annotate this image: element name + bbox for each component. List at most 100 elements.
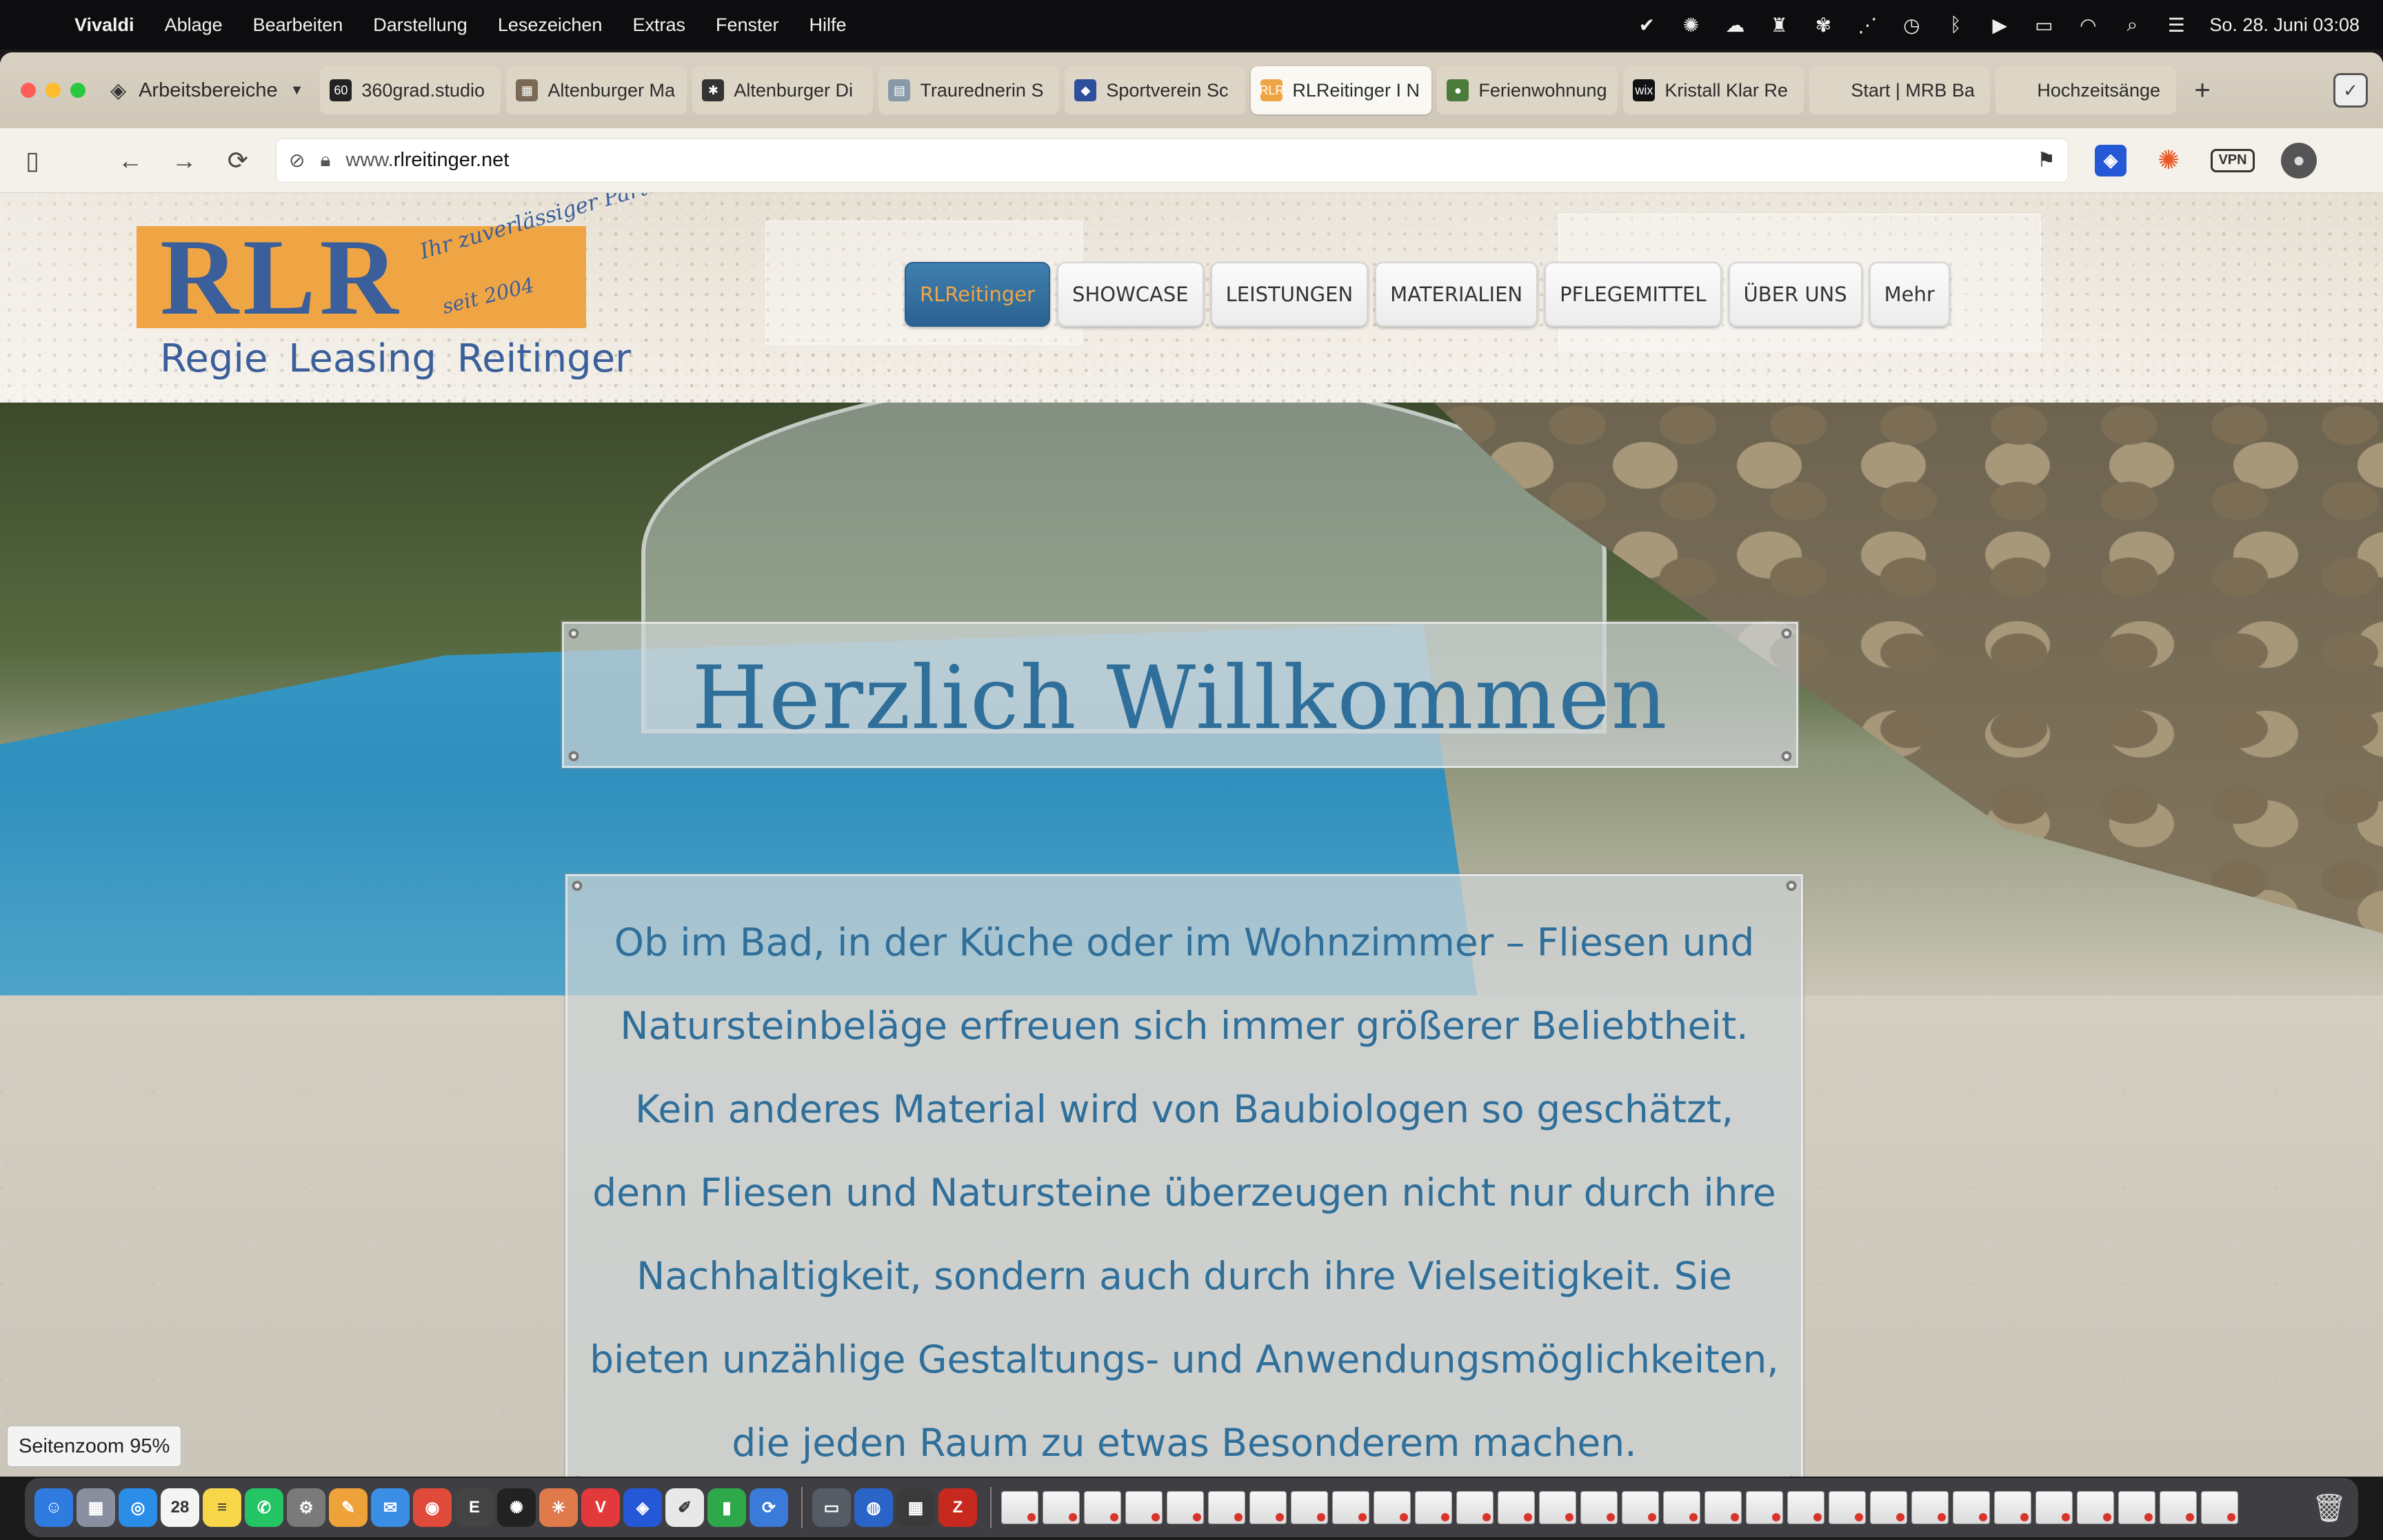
tracker-blocker-icon[interactable]: ⊘: [289, 149, 305, 172]
calendar-icon[interactable]: 28: [161, 1488, 199, 1527]
minimized-window-thumbnail[interactable]: [1332, 1491, 1369, 1524]
textedit-icon[interactable]: ✐: [665, 1488, 704, 1527]
launchpad-icon[interactable]: ▦: [77, 1488, 115, 1527]
pages-icon[interactable]: ✎: [329, 1488, 368, 1527]
browser-tab[interactable]: ◆ Sportverein Sc: [1065, 66, 1246, 114]
browser-tab[interactable]: RLR RLReitinger I N: [1251, 66, 1432, 114]
claude-icon[interactable]: ✳: [539, 1488, 578, 1527]
time-machine-icon[interactable]: ◷: [1899, 12, 1924, 37]
browser-tab[interactable]: Hochzeitsänge: [1995, 66, 2177, 114]
close-window-button[interactable]: [21, 83, 36, 98]
bookmark-icon[interactable]: ⚑: [2037, 148, 2055, 172]
control-center-icon[interactable]: ☰: [2164, 12, 2189, 37]
minimized-window-thumbnail[interactable]: [2201, 1491, 2238, 1524]
globe-icon[interactable]: ◍: [854, 1488, 893, 1527]
minimized-window-thumbnail[interactable]: [1456, 1491, 1494, 1524]
minimized-window-thumbnail[interactable]: [1705, 1491, 1742, 1524]
bitwarden-extension-icon[interactable]: ◈: [2095, 144, 2126, 176]
bluetooth-icon[interactable]: ᛒ: [1943, 12, 1968, 37]
nav-item-leistungen[interactable]: LEISTUNGEN: [1210, 262, 1369, 327]
calculator-icon[interactable]: ▦: [896, 1488, 935, 1527]
browser-tab[interactable]: ▦ Altenburger Ma: [506, 66, 687, 114]
sync-icon[interactable]: ⟳: [750, 1488, 788, 1527]
browser-tab[interactable]: wix Kristall Klar Re: [1623, 66, 1804, 114]
minimized-window-thumbnail[interactable]: [1374, 1491, 1411, 1524]
browser-tab[interactable]: 60 360grad.studio: [320, 66, 501, 114]
browser-tab[interactable]: ● Ferienwohnung: [1437, 66, 1618, 114]
cloud-icon[interactable]: ☁: [1722, 12, 1747, 37]
ertha-icon[interactable]: E: [455, 1488, 494, 1527]
mail-icon[interactable]: ✉: [371, 1488, 410, 1527]
play-icon[interactable]: ▶: [1987, 12, 2012, 37]
menu-ablage[interactable]: Ablage: [165, 14, 223, 36]
lock-icon[interactable]: 🔒︎: [320, 149, 330, 172]
minimized-window-thumbnail[interactable]: [2077, 1491, 2114, 1524]
battery-icon[interactable]: ▭: [2031, 12, 2056, 37]
chrome-icon[interactable]: ◉: [413, 1488, 452, 1527]
browser-tab[interactable]: ✱ Altenburger Di: [692, 66, 874, 114]
minimized-window-thumbnail[interactable]: [1291, 1491, 1328, 1524]
page-zoom-badge[interactable]: Seitenzoom 95%: [7, 1426, 182, 1467]
settings-icon[interactable]: ⚙: [287, 1488, 325, 1527]
notes-icon[interactable]: ≡: [203, 1488, 241, 1527]
minimized-window-thumbnail[interactable]: [1622, 1491, 1659, 1524]
browser-tab[interactable]: ▤ Traurednerin S: [878, 66, 1060, 114]
trash-icon[interactable]: 🗑︎: [2310, 1488, 2349, 1527]
minimized-window-thumbnail[interactable]: [1663, 1491, 1700, 1524]
menu-fenster[interactable]: Fenster: [716, 14, 779, 36]
minimized-window-thumbnail[interactable]: [1829, 1491, 1866, 1524]
numbers-icon[interactable]: ▮: [707, 1488, 746, 1527]
reload-icon[interactable]: ⟳: [221, 143, 255, 178]
forward-arrow-icon[interactable]: →: [167, 143, 201, 178]
bitwarden-icon[interactable]: ◈: [623, 1488, 662, 1527]
new-tab-button[interactable]: +: [2194, 75, 2210, 106]
menu-lesezeichen[interactable]: Lesezeichen: [498, 14, 603, 36]
minimize-window-button[interactable]: [46, 83, 61, 98]
whatsapp-icon[interactable]: ✆: [245, 1488, 283, 1527]
disk-icon[interactable]: ▭: [812, 1488, 851, 1527]
minimized-window-thumbnail[interactable]: [1539, 1491, 1576, 1524]
minimized-window-thumbnail[interactable]: [1125, 1491, 1163, 1524]
filezilla-icon[interactable]: Z: [938, 1488, 977, 1527]
minimized-window-thumbnail[interactable]: [1084, 1491, 1121, 1524]
minimized-window-thumbnail[interactable]: [2160, 1491, 2197, 1524]
minimized-window-thumbnail[interactable]: [1787, 1491, 1824, 1524]
workspaces-button[interactable]: ◈ Arbeitsbereiche ▼: [110, 79, 303, 103]
minimized-window-thumbnail[interactable]: [1043, 1491, 1080, 1524]
vpn-extension-icon[interactable]: VPN: [2211, 148, 2255, 172]
shield-check-icon[interactable]: ✔: [1634, 12, 1659, 37]
minimized-window-thumbnail[interactable]: [1953, 1491, 1990, 1524]
minimized-window-thumbnail[interactable]: [1208, 1491, 1245, 1524]
menu-hilfe[interactable]: Hilfe: [810, 14, 847, 36]
minimized-window-thumbnail[interactable]: [1870, 1491, 1907, 1524]
nav-item-mehr[interactable]: Mehr: [1869, 262, 1950, 327]
minimized-window-thumbnail[interactable]: [1746, 1491, 1783, 1524]
wifi-icon[interactable]: ◠: [2075, 12, 2100, 37]
logo-letters[interactable]: RLR: [160, 223, 403, 332]
chatgpt-icon[interactable]: ✾: [1811, 12, 1836, 37]
zoom-window-button[interactable]: [70, 83, 86, 98]
minimized-window-thumbnail[interactable]: [2035, 1491, 2073, 1524]
nav-item-showcase[interactable]: SHOWCASE: [1057, 262, 1204, 327]
minimized-window-thumbnail[interactable]: [1415, 1491, 1452, 1524]
finder-icon[interactable]: ☺: [34, 1488, 73, 1527]
nav-item-materialien[interactable]: MATERIALIEN: [1375, 262, 1538, 327]
vivaldi-icon[interactable]: V: [581, 1488, 620, 1527]
back-arrow-icon[interactable]: ←: [113, 143, 148, 178]
menu-darstellung[interactable]: Darstellung: [373, 14, 467, 36]
sparkle-icon[interactable]: ✺: [1678, 12, 1703, 37]
minimized-window-thumbnail[interactable]: [1167, 1491, 1204, 1524]
wizard-icon[interactable]: ♜: [1767, 12, 1791, 37]
nav-item-über-uns[interactable]: ÜBER UNS: [1728, 262, 1862, 327]
menu-bearbeiten[interactable]: Bearbeiten: [253, 14, 343, 36]
browser-tab[interactable]: Start | MRB Ba: [1809, 66, 1991, 114]
url-field[interactable]: ⊘ 🔒︎ www.rlreitinger.net ⚑: [276, 138, 2069, 183]
minimized-window-thumbnail[interactable]: [1249, 1491, 1287, 1524]
panel-toggle-icon[interactable]: ▯: [15, 143, 50, 178]
profile-avatar-icon[interactable]: ●: [2281, 142, 2317, 179]
minimized-window-thumbnail[interactable]: [1580, 1491, 1618, 1524]
minimized-window-thumbnail[interactable]: [1498, 1491, 1535, 1524]
window-panel-icon[interactable]: ✓: [2333, 73, 2368, 108]
minimized-window-thumbnail[interactable]: [2118, 1491, 2155, 1524]
safari-icon[interactable]: ◎: [119, 1488, 157, 1527]
